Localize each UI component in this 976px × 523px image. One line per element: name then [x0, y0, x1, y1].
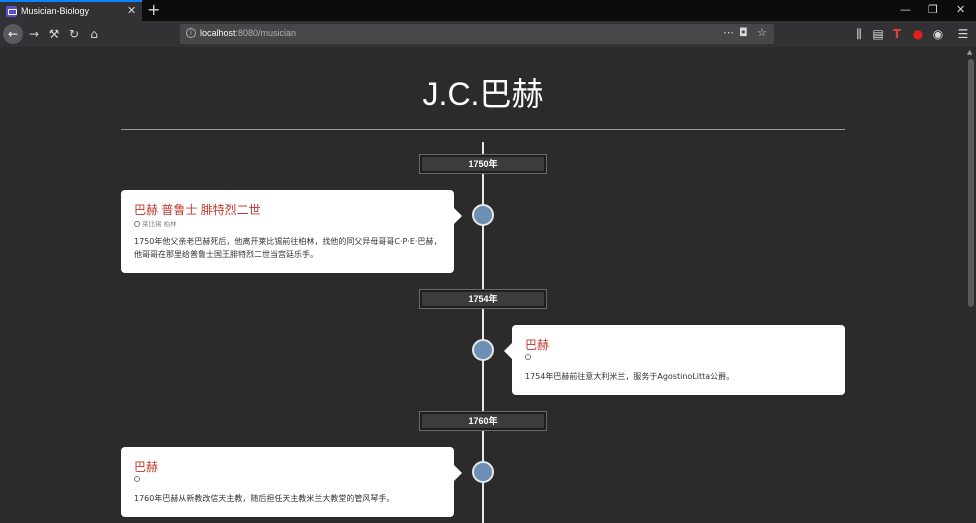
event-meta: 莱比锡 柏林 [134, 218, 177, 228]
event-title: 巴赫 [134, 460, 159, 474]
page-favicon-icon [6, 6, 17, 17]
year-label: 1750年 [419, 154, 547, 174]
bookmark-star-icon[interactable]: ☆ [757, 26, 767, 39]
clock-icon [525, 354, 531, 360]
sidebar-icon[interactable]: ▤ [869, 25, 887, 43]
page-actions-icon[interactable]: ⋯ [723, 26, 734, 39]
url-text[interactable]: localhost:8080/musician [200, 28, 296, 38]
timeline-dot [472, 339, 494, 361]
page-title: J.C.巴赫 [422, 76, 544, 112]
wrench-icon[interactable]: ⚒ [45, 25, 63, 43]
close-window-icon[interactable]: ✕ [956, 3, 965, 16]
tab-musician-biology[interactable]: Musician-Biology ✕ [0, 0, 142, 21]
year-label: 1754年 [419, 289, 547, 309]
scroll-up-icon[interactable]: ▲ [967, 48, 972, 56]
event-meta [525, 353, 533, 361]
year-label: 1760年 [419, 411, 547, 431]
reload-icon[interactable]: ↻ [65, 25, 83, 43]
title-divider [121, 129, 845, 130]
home-icon[interactable]: ⌂ [85, 25, 103, 43]
event-places: 莱比锡 柏林 [142, 220, 177, 228]
event-meta [134, 475, 142, 483]
account-icon[interactable]: ◉ [929, 25, 947, 43]
timeline-dot [472, 204, 494, 226]
timeline-event-card: 巴赫 普鲁士 腓特烈二世 莱比锡 柏林 1750年他父亲老巴赫死后，他离开莱比锡… [121, 190, 462, 273]
tab-title: Musician-Biology [21, 6, 90, 16]
site-info-icon[interactable]: i [186, 28, 196, 38]
address-bar[interactable]: i localhost:8080/musician ⋯ ◘ ☆ [180, 24, 774, 44]
page-content: J.C.巴赫 1750年 巴赫 普鲁士 腓特烈二世 莱比锡 柏林 1750年他父… [0, 47, 966, 523]
navigation-toolbar: ← → ⚒ ↻ ⌂ i localhost:8080/musician ⋯ ◘ … [0, 21, 976, 47]
event-text: 1750年他父亲老巴赫死后，他离开莱比锡前往柏林，找他的同父异母哥哥C·P·E·… [134, 237, 442, 259]
tab-bar: Musician-Biology ✕ + — ❐ ✕ [0, 0, 976, 21]
ublock-icon[interactable]: ● [909, 25, 927, 43]
clock-icon [134, 221, 140, 227]
event-title: 巴赫 [525, 338, 550, 352]
library-icon[interactable]: ⫼ [850, 25, 868, 43]
scrollbar-thumb[interactable] [968, 59, 974, 307]
forward-arrow-icon[interactable]: → [25, 25, 43, 43]
extension-t-icon[interactable]: T [888, 25, 906, 43]
url-path: :8080/musician [235, 28, 297, 38]
close-tab-icon[interactable]: ✕ [127, 4, 136, 17]
timeline-event-card: 巴赫 1760年巴赫从新教改信天主教，随后担任天主教米兰大教堂的管风琴手。 [121, 447, 462, 517]
clock-icon [134, 476, 140, 482]
timeline-dot [472, 461, 494, 483]
menu-icon[interactable]: ☰ [954, 25, 972, 43]
minimize-icon[interactable]: — [900, 3, 911, 16]
event-text: 1760年巴赫从新教改信天主教，随后担任天主教米兰大教堂的管风琴手。 [134, 494, 395, 503]
back-arrow-icon[interactable]: ← [3, 24, 23, 44]
timeline-event-card: 巴赫 1754年巴赫前往意大利米兰，服务于AgostinoLitta公爵。 [504, 325, 845, 395]
pocket-icon[interactable]: ◘ [739, 26, 748, 39]
new-tab-icon[interactable]: + [147, 0, 160, 19]
event-title: 巴赫 普鲁士 腓特烈二世 [134, 203, 261, 217]
vertical-scrollbar[interactable]: ▲ [966, 47, 976, 523]
event-text: 1754年巴赫前往意大利米兰，服务于AgostinoLitta公爵。 [525, 372, 735, 381]
url-host: localhost [200, 28, 236, 38]
restore-icon[interactable]: ❐ [928, 3, 938, 16]
